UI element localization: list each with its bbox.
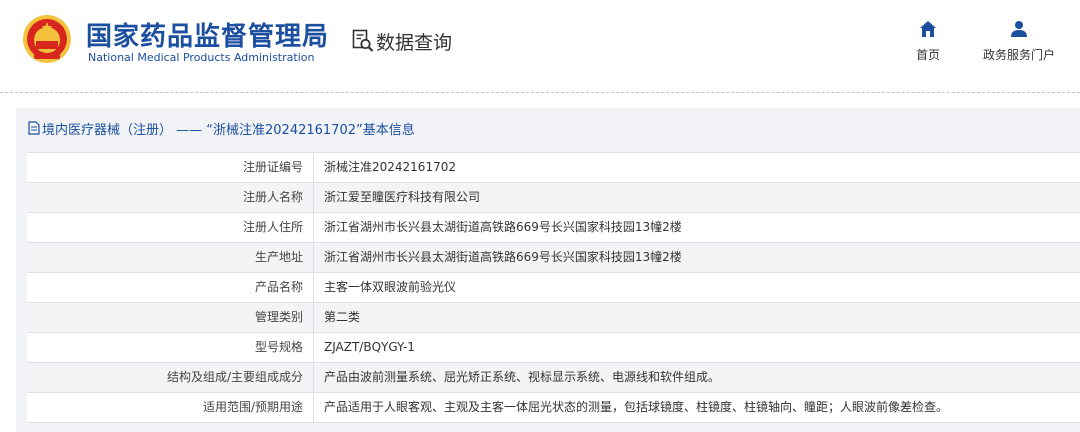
field-value: 主客一体双眼波前验光仪 xyxy=(324,280,457,294)
field-label: 结构及组成/主要组成成分 xyxy=(27,363,314,392)
table-row: 型号规格 ZJAZT/BQYGY-1 xyxy=(27,333,1080,363)
field-label: 产品名称 xyxy=(27,273,314,302)
national-emblem-icon xyxy=(23,15,71,63)
nav-home-label: 首页 xyxy=(915,48,940,62)
detail-table: 注册证编号 浙械注准20242161702 注册人名称 浙江爱至瞳医疗科技有限公… xyxy=(27,152,1080,423)
field-value: 第二类 xyxy=(324,310,361,324)
field-value: 浙江省湖州市长兴县太湖街道高铁路669号长兴国家科技园13幢2楼 xyxy=(324,250,682,264)
field-label: 注册人住所 xyxy=(27,213,314,242)
field-value: 产品由波前测量系统、屈光矫正系统、视标显示系统、电源线和软件组成。 xyxy=(324,370,721,384)
table-row: 适用范围/预期用途 产品适用于人眼客观、主观及主客一体屈光状态的测量，包括球镜度… xyxy=(27,393,1080,423)
field-label: 型号规格 xyxy=(27,333,314,362)
table-row: 注册证编号 浙械注准20242161702 xyxy=(27,153,1080,183)
org-name-cn: 国家药品监督管理局 xyxy=(86,22,330,52)
table-row: 注册人住所 浙江省湖州市长兴县太湖街道高铁路669号长兴国家科技园13幢2楼 xyxy=(27,213,1080,243)
org-name-en: National Medical Products Administration xyxy=(88,51,315,64)
home-icon xyxy=(920,21,936,37)
table-row: 生产地址 浙江省湖州市长兴县太湖街道高铁路669号长兴国家科技园13幢2楼 xyxy=(27,243,1080,273)
header-divider xyxy=(0,92,1080,93)
table-row: 注册人名称 浙江爱至瞳医疗科技有限公司 xyxy=(27,183,1080,213)
nav-home[interactable]: 首页 xyxy=(904,20,952,63)
site-header: 国家药品监督管理局 National Medical Products Admi… xyxy=(0,0,1080,92)
user-icon xyxy=(1011,21,1027,37)
field-label: 注册人名称 xyxy=(27,183,314,212)
field-label: 适用范围/预期用途 xyxy=(27,393,314,422)
field-label: 管理类别 xyxy=(27,303,314,332)
document-search-icon xyxy=(352,29,374,52)
field-label: 生产地址 xyxy=(27,243,314,272)
data-query-label: 数据查询 xyxy=(376,31,453,54)
data-query-link[interactable]: 数据查询 xyxy=(352,28,452,54)
field-value: 产品适用于人眼客观、主观及主客一体屈光状态的测量，包括球镜度、柱镜度、柱镜轴向、… xyxy=(324,400,949,414)
field-value: 浙江爱至瞳医疗科技有限公司 xyxy=(324,190,481,204)
document-icon xyxy=(28,121,40,135)
field-label: 注册证编号 xyxy=(27,153,314,182)
table-row: 产品名称 主客一体双眼波前验光仪 xyxy=(27,273,1080,303)
field-value: 浙械注准20242161702 xyxy=(324,160,456,174)
section-title-text: 境内医疗器械（注册） —— “浙械注准20242161702”基本信息 xyxy=(42,122,415,138)
nav-service-portal-label: 政务服务门户 xyxy=(982,48,1055,62)
table-row: 管理类别 第二类 xyxy=(27,303,1080,333)
detail-section: 境内医疗器械（注册） —— “浙械注准20242161702”基本信息 注册证编… xyxy=(16,108,1080,432)
nav-service-portal[interactable]: 政务服务门户 xyxy=(974,20,1064,63)
field-value: 浙江省湖州市长兴县太湖街道高铁路669号长兴国家科技园13幢2楼 xyxy=(324,220,682,234)
table-row: 结构及组成/主要组成成分 产品由波前测量系统、屈光矫正系统、视标显示系统、电源线… xyxy=(27,363,1080,393)
section-title: 境内医疗器械（注册） —— “浙械注准20242161702”基本信息 xyxy=(28,118,415,138)
field-value: ZJAZT/BQYGY-1 xyxy=(324,340,415,354)
